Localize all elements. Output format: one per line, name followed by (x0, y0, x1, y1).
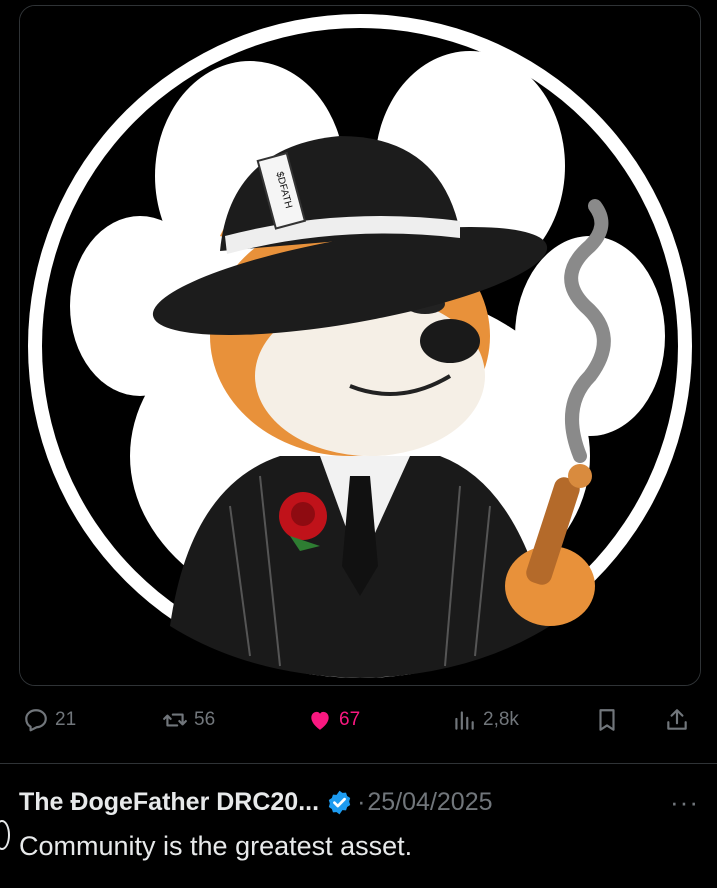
share-button[interactable] (664, 700, 690, 740)
dogefather-avatar-illustration: $DFATH (20, 6, 700, 685)
heart-filled-icon (311, 711, 329, 730)
share-icon (667, 709, 687, 730)
repost-icon (163, 713, 187, 727)
views-count: 2,8k (483, 709, 519, 730)
reply-button[interactable]: 21 (23, 700, 76, 740)
repost-button[interactable]: 56 (162, 700, 215, 740)
like-button[interactable]: 67 (307, 700, 360, 740)
reply-icon (25, 709, 47, 732)
post-header: The ĐogeFather DRC20... · 25/04/2025 (19, 784, 709, 820)
bookmark-icon (599, 709, 615, 731)
post-divider (0, 763, 717, 764)
reply-post[interactable]: The ĐogeFather DRC20... · 25/04/2025 ···… (19, 784, 709, 862)
views-bar-chart-icon (455, 711, 474, 730)
repost-count: 56 (194, 709, 216, 730)
author-name[interactable]: The ĐogeFather DRC20... (19, 788, 319, 817)
post-action-bar: 21 56 67 2,8k (0, 700, 717, 740)
post-media-image[interactable]: $DFATH (19, 5, 701, 686)
verified-badge-icon (328, 790, 351, 814)
post-text: Community is the greatest asset. (19, 831, 413, 861)
views-button[interactable]: 2,8k (451, 700, 519, 740)
post-date[interactable]: 25/04/2025 (367, 788, 492, 817)
more-options-icon[interactable]: ··· (670, 784, 699, 820)
reply-count: 21 (55, 709, 77, 730)
avatar-edge (0, 820, 10, 850)
meta-separator: · (357, 787, 366, 816)
bookmark-button[interactable] (594, 700, 620, 740)
like-count: 67 (339, 709, 361, 730)
